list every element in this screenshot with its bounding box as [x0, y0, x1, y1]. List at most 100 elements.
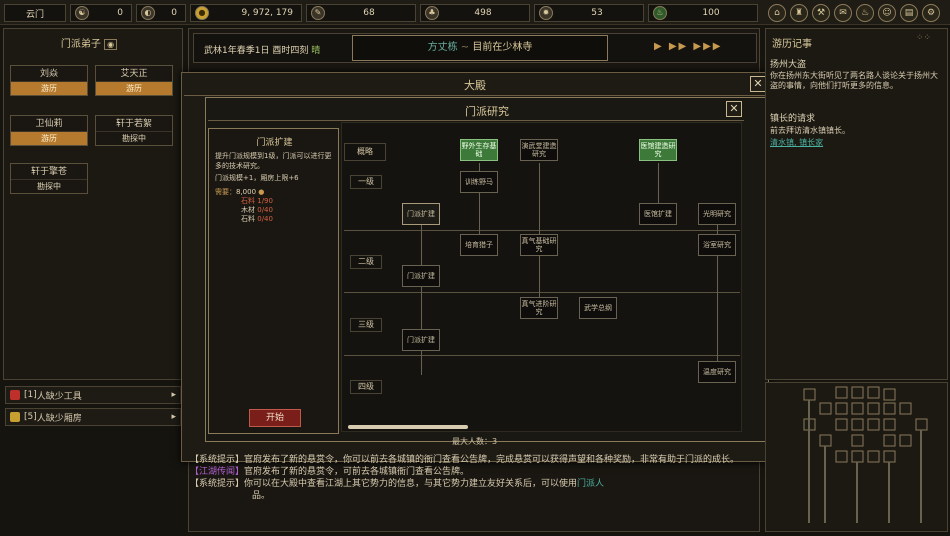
- flame-icon[interactable]: ♨: [856, 4, 874, 22]
- expand-icon[interactable]: ⁘⁘: [916, 33, 931, 43]
- hall-title: 大殿: [464, 79, 486, 92]
- tier-label: 四级: [350, 380, 382, 394]
- journal-panel: 游历记事 ⁘⁘ 扬州大盗 你在扬州东大街听见了两名路人谈论关于扬州大盗的事情，向…: [765, 28, 948, 380]
- coin-icon: ●: [195, 6, 209, 20]
- disciple-status: 游历: [11, 82, 87, 95]
- home-icon[interactable]: ⌂: [768, 4, 786, 22]
- eye-icon[interactable]: ◉: [104, 39, 118, 50]
- arrow-right-icon: ▸: [171, 390, 176, 400]
- tier-divider: [344, 355, 740, 356]
- disciple-card[interactable]: 轩于若絮 勘探中: [95, 115, 173, 146]
- quest-link[interactable]: 清水镇, 镇长家: [770, 137, 942, 148]
- research-info-panel: 门派扩建 提升门派规模到1级，门派可以进行更多的技术研究。 门派规模+1，厢房上…: [208, 128, 339, 434]
- taiji-icon: ◐: [141, 6, 155, 20]
- book-icon[interactable]: ▤: [900, 4, 918, 22]
- resource-yinyang: ☯ 0: [70, 4, 132, 22]
- quest-title[interactable]: 扬州大盗: [770, 57, 806, 70]
- alert-count: [1]: [24, 390, 37, 400]
- quest-title[interactable]: 镇长的请求: [770, 111, 815, 124]
- disciple-card[interactable]: 艾天正 游历: [95, 65, 173, 96]
- tech-node[interactable]: 门派扩建: [402, 265, 440, 287]
- tech-node[interactable]: 演武堂建造研究: [520, 139, 558, 161]
- log-line: 品。: [252, 491, 271, 501]
- start-button[interactable]: 开始: [249, 409, 301, 427]
- disciple-name: 轩于若絮: [96, 116, 172, 132]
- location-name: 方丈栋: [427, 42, 458, 53]
- sect-disciples-panel: 门派弟子 ◉ 刘焱 游历 艾天正 游历 卫仙莉 游历 轩于若絮 勘探中 轩于擎苍 勘探中: [3, 28, 183, 380]
- disciple-card[interactable]: 卫仙莉 游历: [10, 115, 88, 146]
- tech-node[interactable]: 武学总纲: [579, 297, 617, 319]
- tech-node[interactable]: 光明研究: [698, 203, 736, 225]
- info-cost: 需要：8,000 ●: [215, 188, 265, 196]
- location-banner: 方丈栋 ~ 目前在少林寺: [352, 35, 608, 61]
- log-line: 【江湖传闻】官府发布了新的悬赏令，可前去各城镇衙门查看公告牌。: [190, 467, 470, 477]
- research-title: 门派研究: [465, 105, 509, 118]
- time-speed-controls[interactable]: ▶ ▶▶ ▶▶▶: [654, 41, 723, 52]
- tech-node[interactable]: 医馆扩建: [639, 203, 677, 225]
- sect-name: 云门: [25, 9, 44, 20]
- disciple-status: 勘探中: [11, 180, 87, 193]
- disciple-name: 轩于擎苍: [11, 164, 87, 180]
- alert-text: 人缺少工具: [36, 391, 82, 402]
- info-heading: 门派扩建: [256, 138, 293, 148]
- info-desc: 提升门派规模到1级，门派可以进行更多的技术研究。: [215, 152, 332, 170]
- brush-icon: ✎: [311, 6, 325, 20]
- tech-node[interactable]: 野外生存基础: [460, 139, 498, 161]
- tech-node[interactable]: 真气基础研究: [520, 234, 558, 256]
- quest-text: 前去拜访清水镇镇长。: [770, 126, 850, 135]
- tech-node[interactable]: 真气进阶研究: [520, 297, 558, 319]
- disciple-status: 游历: [11, 132, 87, 145]
- tech-node[interactable]: 门派扩建: [402, 329, 440, 351]
- log-line: 【系统提示】你可以在大殿中查看江湖上其它势力的信息，与其它势力建立友好关系后，可…: [190, 479, 605, 489]
- disciple-card[interactable]: 轩于擎苍 勘探中: [10, 163, 88, 194]
- tech-node[interactable]: 门派扩建: [402, 203, 440, 225]
- yin-yang-icon: ☯: [75, 6, 89, 20]
- tools-icon[interactable]: ⚒: [812, 4, 830, 22]
- close-icon[interactable]: ✕: [750, 76, 766, 92]
- warning-icon: [10, 390, 20, 400]
- tower-icon[interactable]: ♜: [790, 4, 808, 22]
- warning-icon: [10, 412, 20, 422]
- scroll-icon[interactable]: ✉: [834, 4, 852, 22]
- divider: [184, 95, 766, 96]
- formation-grid-icon[interactable]: [766, 383, 949, 533]
- log-line: 【系统提示】官府发布了新的悬赏令，你可以前去各城镇的衙门查看公告牌，完成悬赏可以…: [190, 455, 740, 465]
- horizontal-scrollbar[interactable]: [348, 425, 468, 429]
- log-link[interactable]: 门派人: [577, 479, 604, 489]
- tech-node[interactable]: 浴室研究: [698, 234, 736, 256]
- tech-tree: 概略 一级 二级 三级 四级 门派扩建 野外生存基础 训练野马 演武堂建造研究 …: [341, 122, 742, 432]
- alert-missing-rooms[interactable]: [5] 人缺少厢房 ▸: [5, 408, 181, 426]
- close-icon[interactable]: ✕: [726, 101, 742, 117]
- message-log: 【系统提示】官府发布了新的悬赏令，你可以前去各城镇的衙门查看公告牌，完成悬赏可以…: [190, 454, 758, 532]
- journal-title: 游历记事: [772, 39, 812, 50]
- tier-label: 一级: [350, 175, 382, 189]
- resource-brush: ✎ 68: [306, 4, 416, 22]
- overview-tab[interactable]: 概略: [344, 143, 386, 161]
- disciple-name: 艾天正: [96, 66, 172, 82]
- arrow-right-icon: ▸: [171, 412, 176, 422]
- resource-money: ● 9, 972, 179: [190, 4, 302, 22]
- herb-icon: ♣: [425, 6, 439, 20]
- tech-node[interactable]: 训练野马: [460, 171, 498, 193]
- tech-node[interactable]: 培育猎子: [460, 234, 498, 256]
- alert-count: [5]: [24, 412, 37, 422]
- alert-missing-tools[interactable]: [1] 人缺少工具 ▸: [5, 386, 181, 404]
- panel-title: 门派弟子 ◉: [4, 35, 174, 50]
- tree-line: [421, 225, 422, 375]
- settings-icon[interactable]: ⚙: [922, 4, 940, 22]
- top-bar: 云门 ☯ 0 ◐ 0 ● 9, 972, 179 ✎ 68 ♣ 498 ✹ 53 ♨ 100 …: [0, 0, 950, 25]
- quest-text: 你在扬州东大街听见了两名路人谈论关于扬州大盗的事情，向他们打听更多的信息。: [770, 71, 938, 90]
- tech-node[interactable]: 温度研究: [698, 361, 736, 383]
- resource-taiji: ◐ 0: [136, 4, 186, 22]
- disciple-card[interactable]: 刘焱 游历: [10, 65, 88, 96]
- max-people: 最大人数：3: [452, 437, 498, 446]
- ore-icon: ✹: [539, 6, 553, 20]
- disciple-status: 勘探中: [96, 132, 172, 145]
- tier-label: 三级: [350, 318, 382, 332]
- tech-node[interactable]: 医馆建造研究: [639, 139, 677, 161]
- resource-herb: ♣ 498: [420, 4, 530, 22]
- person-icon[interactable]: ☺: [878, 4, 896, 22]
- tier-label: 二级: [350, 255, 382, 269]
- potion-icon: ♨: [653, 6, 667, 20]
- tree-line: [658, 163, 659, 205]
